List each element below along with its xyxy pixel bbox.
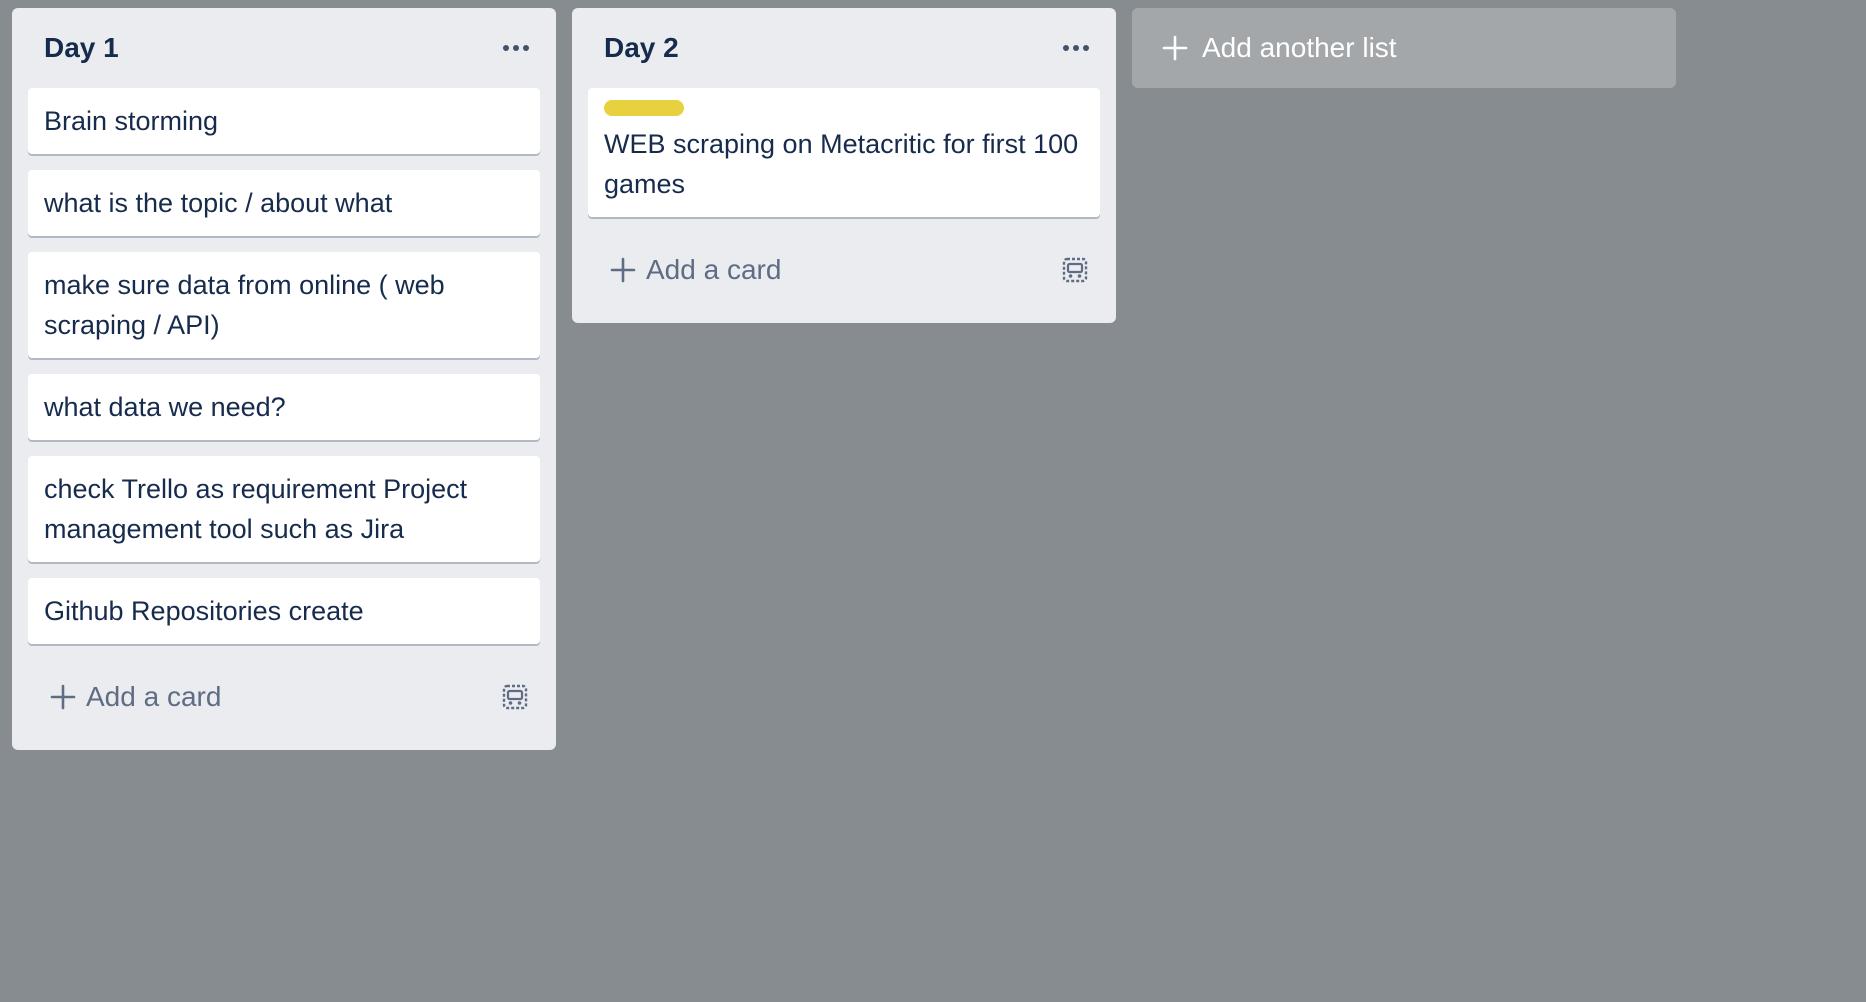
card-title: Brain storming	[44, 106, 219, 136]
list-header: Day 1	[28, 8, 540, 88]
card[interactable]: Github Repositories create	[28, 578, 540, 644]
add-card-label: Add a card	[646, 254, 782, 285]
card[interactable]: check Trello as requirement Project mana…	[28, 456, 540, 562]
more-horizontal-icon[interactable]	[492, 24, 540, 72]
card[interactable]: Brain storming	[28, 88, 540, 154]
add-another-list-label: Add another list	[1202, 32, 1397, 63]
card[interactable]: WEB scraping on Metacritic for first 100…	[588, 88, 1100, 217]
card-template-icon[interactable]	[1058, 253, 1092, 287]
card[interactable]: what data we need?	[28, 374, 540, 440]
card-title: make sure data from online ( web scrapin…	[44, 270, 445, 340]
card[interactable]: make sure data from online ( web scrapin…	[28, 252, 540, 358]
card-title: WEB scraping on Metacritic for first 100…	[604, 129, 1079, 199]
card-title: what is the topic / about what	[44, 188, 393, 218]
add-card-button[interactable]: Add a card	[608, 254, 781, 286]
list-title[interactable]: Day 2	[604, 32, 679, 64]
list-day-2: Day 2 WEB scraping on Metacritic for fir…	[572, 8, 1116, 323]
add-card-button[interactable]: Add a card	[48, 681, 221, 713]
card-title: Github Repositories create	[44, 596, 364, 626]
card-title: what data we need?	[44, 392, 286, 422]
card-template-icon[interactable]	[498, 680, 532, 714]
plus-icon	[48, 682, 78, 712]
add-card-row: Add a card	[588, 233, 1100, 307]
list-header: Day 2	[588, 8, 1100, 88]
plus-icon	[1160, 33, 1190, 63]
list-day-1: Day 1 Brain storming what is the topic /…	[12, 8, 556, 750]
card-title: check Trello as requirement Project mana…	[44, 474, 468, 544]
card-label-yellow[interactable]	[604, 100, 684, 116]
add-another-list-button[interactable]: Add another list	[1132, 8, 1676, 88]
list-title[interactable]: Day 1	[44, 32, 119, 64]
add-card-row: Add a card	[28, 660, 540, 734]
plus-icon	[608, 255, 638, 285]
more-horizontal-icon[interactable]	[1052, 24, 1100, 72]
board: Day 1 Brain storming what is the topic /…	[12, 8, 1676, 750]
card[interactable]: what is the topic / about what	[28, 170, 540, 236]
add-card-label: Add a card	[86, 681, 222, 712]
